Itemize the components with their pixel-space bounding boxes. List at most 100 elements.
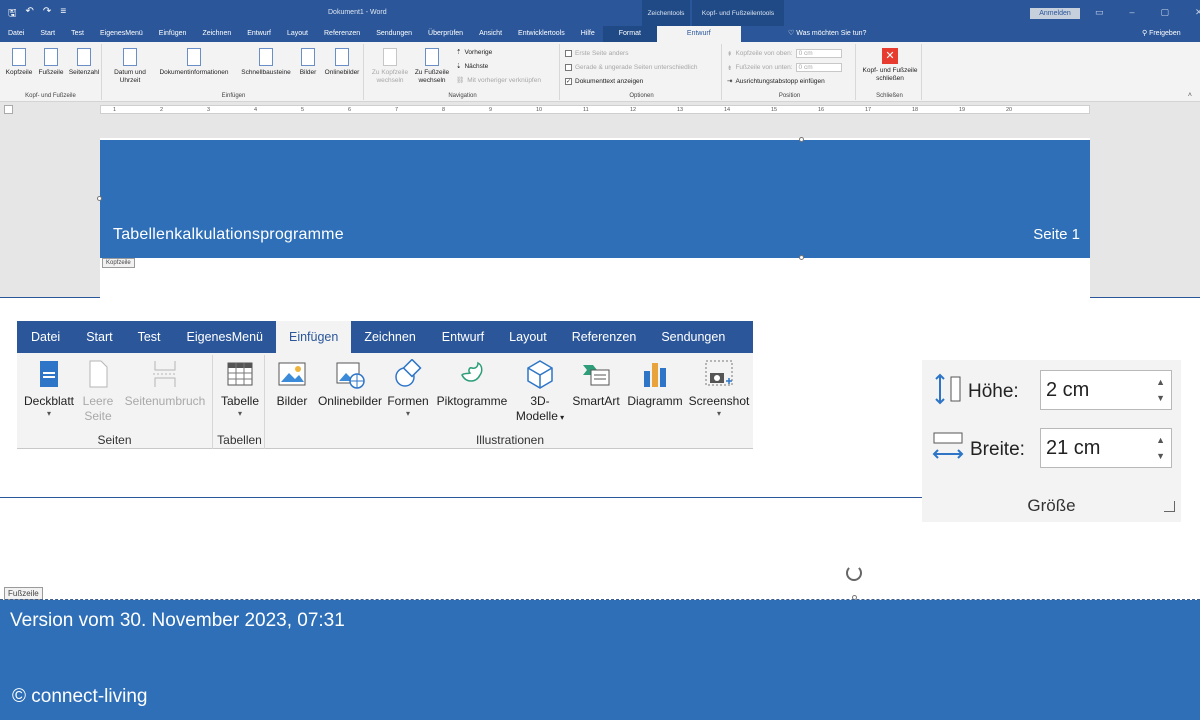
tab-ansicht[interactable]: Ansicht <box>471 26 510 42</box>
ruler-number: 4 <box>254 107 258 113</box>
signin-button[interactable]: Anmelden <box>1030 8 1080 19</box>
tab-datei[interactable]: Datei <box>0 26 32 42</box>
close-icon[interactable]: ✕ <box>1195 7 1200 18</box>
seitenzahl-button[interactable]: Seitenzahl <box>68 48 100 77</box>
kopfzeile-oben-input[interactable]: 0 cm <box>795 49 842 58</box>
dokumentinformationen-button[interactable]: Dokumentinformationen <box>152 48 236 77</box>
document-page[interactable]: Tabellenkalkulationsprogramme Seite 1 Ko… <box>97 137 1090 298</box>
tab-entwurf[interactable]: Entwurf <box>429 321 497 353</box>
zu-kopfzeile-label: Zu Kopfzeile wechseln <box>371 69 409 84</box>
resize-handle[interactable] <box>97 196 102 201</box>
tab-sendungen[interactable]: Sendungen <box>649 321 737 353</box>
seitenumbruch-button[interactable]: Seitenumbruch <box>121 359 209 409</box>
tab-sendungen[interactable]: Sendungen <box>368 26 420 42</box>
kopfzeile-button[interactable]: Kopfzeile <box>4 48 34 77</box>
tell-me-box[interactable]: ♡ Was möchten Sie tun? <box>788 26 866 42</box>
spin-down-icon[interactable]: ▼ <box>1156 451 1165 461</box>
bilder-button[interactable]: Bilder <box>271 359 313 409</box>
schnellbausteine-button[interactable]: Schnellbausteine <box>236 48 296 77</box>
kopf-fusszeile-schliessen-button[interactable]: ✕ Kopf- und Fußzeile schließen <box>860 48 920 83</box>
ausrichtungstabstopp-label: Ausrichtungstabstopp einfügen <box>735 77 825 85</box>
redo-icon[interactable]: ↷ <box>43 6 51 23</box>
deckblatt-button[interactable]: Deckblatt ▾ <box>21 359 77 419</box>
spin-up-icon[interactable]: ▲ <box>1156 435 1165 445</box>
ruler-number: 14 <box>724 107 731 113</box>
formen-button[interactable]: Formen ▾ <box>385 358 431 419</box>
undo-icon[interactable]: ↶ <box>26 6 34 23</box>
ausrichtungstabstopp-button[interactable]: ⇥ Ausrichtungstabstopp einfügen <box>727 77 825 86</box>
fusszeile-button[interactable]: Fußzeile <box>36 48 66 77</box>
hoehe-label: Höhe: <box>968 380 1019 402</box>
breite-input[interactable]: 21 cm ▲ ▼ <box>1040 428 1172 468</box>
dialog-launcher-icon[interactable] <box>1164 501 1175 512</box>
ruler-number: 10 <box>536 107 543 113</box>
onlinebilder-button[interactable]: Onlinebilder <box>315 359 385 409</box>
tab-ueberpruefen[interactable]: Überprüfen <box>420 26 471 42</box>
tab-test[interactable]: Test <box>125 321 174 353</box>
tab-datei[interactable]: Datei <box>17 321 74 353</box>
datum-uhrzeit-button[interactable]: Datum und Uhrzeit <box>108 48 152 85</box>
gerade-ungerade-checkbox[interactable]: Gerade & ungerade Seiten unterschiedlich <box>565 64 698 71</box>
tab-layout[interactable]: Layout <box>279 26 316 42</box>
rotate-handle-icon[interactable] <box>846 565 862 581</box>
footer-band[interactable]: Version vom 30. November 2023, 07:31 © c… <box>0 600 1200 720</box>
maximize-icon[interactable]: ▢ <box>1161 7 1170 18</box>
tab-referenzen[interactable]: Referenzen <box>316 26 368 42</box>
goto-header-icon <box>383 48 397 66</box>
resize-handle[interactable] <box>799 255 804 260</box>
erste-seite-anders-checkbox[interactable]: Erste Seite anders <box>565 50 628 57</box>
dropdown-caret-icon: ▾ <box>716 409 721 418</box>
tab-einfuegen[interactable]: Einfügen <box>151 26 195 42</box>
mit-vorheriger-verknuepfen-button[interactable]: ⛓ Mit vorheriger verknüpfen <box>456 76 541 85</box>
customize-qat-icon[interactable]: ≡ <box>60 6 66 23</box>
tab-start[interactable]: Start <box>32 26 63 42</box>
breite-spinner[interactable]: ▲ ▼ <box>1156 432 1165 464</box>
onlinebilder-button-small[interactable]: Onlinebilder <box>320 48 364 77</box>
tab-selector[interactable] <box>4 105 13 114</box>
dokumenttext-anzeigen-checkbox[interactable]: ✓ Dokumenttext anzeigen <box>565 78 643 85</box>
vorherige-button[interactable]: ⇡ Vorherige <box>456 48 492 57</box>
header-page-number: Seite 1 <box>1033 226 1080 243</box>
tab-referenzen[interactable]: Referenzen <box>559 321 650 353</box>
tab-einfuegen[interactable]: Einfügen <box>275 321 352 353</box>
tab-layout[interactable]: Layout <box>497 321 559 353</box>
fusszeile-unten-input[interactable]: 0 cm <box>795 63 842 72</box>
tab-format[interactable]: Format <box>602 26 657 42</box>
share-button[interactable]: ⚲ Freigeben <box>1142 26 1181 42</box>
tab-hilfe[interactable]: Hilfe <box>573 26 603 42</box>
group-schliessen: ✕ Kopf- und Fußzeile schließen Schließen <box>858 44 922 100</box>
collapse-ribbon-icon[interactable]: ˄ <box>1188 92 1192 99</box>
tab-entwicklertools[interactable]: Entwicklertools <box>510 26 573 42</box>
screenshot-button[interactable]: Screenshot ▾ <box>687 359 751 419</box>
tab-test[interactable]: Test <box>63 26 92 42</box>
save-icon[interactable]: 🖫 <box>8 6 17 23</box>
fusszeile-label: Fußzeile <box>38 69 64 76</box>
zu-fusszeile-wechseln-button[interactable]: Zu Fußzeile wechseln <box>412 48 452 85</box>
piktogramme-button[interactable]: Piktogramme <box>433 359 511 409</box>
hoehe-spinner[interactable]: ▲ ▼ <box>1156 374 1165 406</box>
minimize-icon[interactable]: – <box>1130 7 1135 18</box>
tab-start[interactable]: Start <box>74 321 124 353</box>
hoehe-input[interactable]: 2 cm ▲ ▼ <box>1040 370 1172 410</box>
header-band[interactable]: Tabellenkalkulationsprogramme Seite 1 <box>100 140 1090 258</box>
resize-handle[interactable] <box>799 137 804 142</box>
leere-seite-button[interactable]: Leere Seite <box>79 359 117 424</box>
tab-kopf-entwurf[interactable]: Entwurf <box>656 26 741 42</box>
smartart-button[interactable]: SmartArt <box>569 359 623 409</box>
ruler-number: 3 <box>207 107 211 113</box>
ruler-track[interactable]: 1 2 3 4 5 6 7 8 9 10 11 12 13 14 15 16 17 18 19 20 <box>100 105 1090 114</box>
tab-zeichnen[interactable]: Zeichnen <box>351 321 428 353</box>
ribbon-display-icon[interactable]: ▭ <box>1095 7 1104 18</box>
3d-modelle-button[interactable]: 3D- Modelle ▾ <box>513 359 567 425</box>
tab-eigenesmenue[interactable]: EigenesMenü <box>92 26 151 42</box>
bilder-button-small[interactable]: Bilder <box>296 48 320 77</box>
spin-up-icon[interactable]: ▲ <box>1156 377 1165 387</box>
diagramm-button[interactable]: Diagramm <box>623 359 687 409</box>
tabelle-button[interactable]: Tabelle ▾ <box>218 359 262 419</box>
tab-eigenesmenue[interactable]: EigenesMenü <box>174 321 276 353</box>
zu-kopfzeile-wechseln-button[interactable]: Zu Kopfzeile wechseln <box>368 48 412 85</box>
naechste-button[interactable]: ⇣ Nächste <box>456 62 488 71</box>
tab-zeichnen[interactable]: Zeichnen <box>194 26 239 42</box>
spin-down-icon[interactable]: ▼ <box>1156 393 1165 403</box>
tab-entwurf[interactable]: Entwurf <box>239 26 279 42</box>
